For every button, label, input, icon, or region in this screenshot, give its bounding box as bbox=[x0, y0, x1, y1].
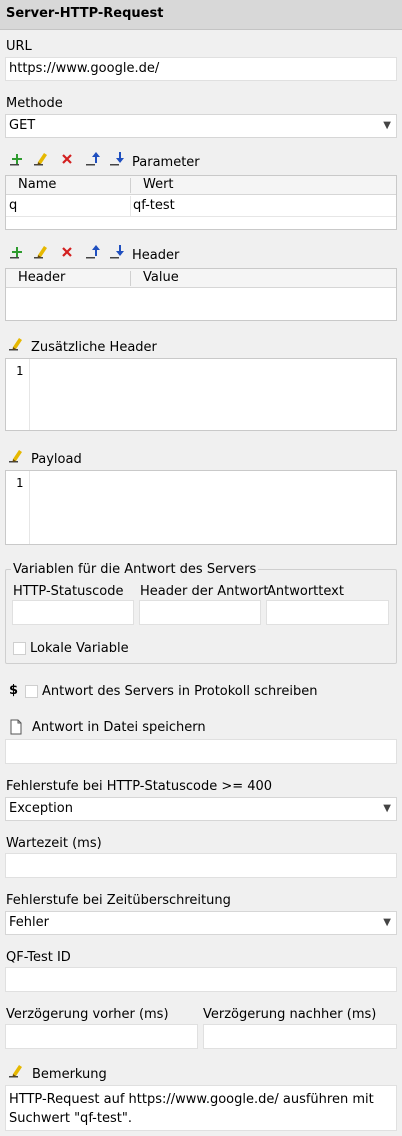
response-header-field[interactable] bbox=[139, 600, 261, 625]
delay-before-label: Verzögerung vorher (ms) bbox=[6, 1007, 169, 1022]
edit-icon[interactable] bbox=[33, 244, 49, 260]
line-number: 1 bbox=[16, 476, 24, 490]
local-variable-checkbox[interactable] bbox=[13, 642, 26, 655]
timeout-label: Wartezeit (ms) bbox=[6, 836, 102, 851]
delay-after-label: Verzögerung nachher (ms) bbox=[203, 1007, 377, 1022]
file-icon bbox=[8, 719, 24, 735]
line-gutter: 1 bbox=[6, 359, 30, 430]
save-response-label: Antwort in Datei speichern bbox=[32, 720, 206, 735]
title-bar: Server-HTTP-Request bbox=[0, 0, 402, 30]
response-variables-legend: Variablen für die Antwort des Servers bbox=[11, 562, 259, 577]
line-number: 1 bbox=[16, 364, 24, 378]
comment-field[interactable]: HTTP-Request auf https://www.google.de/ … bbox=[5, 1085, 397, 1131]
column-divider bbox=[130, 196, 131, 217]
comment-line-1: HTTP-Request auf https://www.google.de/ … bbox=[9, 1092, 374, 1107]
column-header-value[interactable]: Value bbox=[143, 270, 179, 285]
header-table-header: Header Value bbox=[6, 269, 396, 288]
line-gutter: 1 bbox=[6, 471, 30, 544]
extra-headers-editor[interactable]: 1 bbox=[5, 358, 397, 431]
log-response-label: Antwort des Servers in Protokoll schreib… bbox=[42, 684, 318, 699]
column-divider bbox=[130, 271, 131, 286]
timeout-field[interactable] bbox=[5, 853, 397, 878]
status-code-field[interactable] bbox=[12, 600, 134, 625]
header-table[interactable]: Header Value bbox=[5, 268, 397, 321]
method-value: GET bbox=[9, 118, 36, 133]
move-down-icon[interactable] bbox=[109, 244, 125, 260]
edit-icon[interactable] bbox=[8, 448, 24, 464]
cell-value: qf-test bbox=[133, 198, 175, 213]
error-level-status-select[interactable]: Exception ▼ bbox=[5, 797, 397, 821]
edit-icon[interactable] bbox=[8, 1063, 24, 1079]
error-level-timeout-value: Fehler bbox=[9, 915, 49, 930]
delay-after-field[interactable] bbox=[203, 1024, 397, 1049]
column-header-header[interactable]: Header bbox=[18, 270, 65, 285]
response-text-field[interactable] bbox=[266, 600, 389, 625]
log-response-checkbox[interactable] bbox=[25, 685, 38, 698]
parameter-table[interactable]: Name Wert q qf-test bbox=[5, 175, 397, 230]
delay-before-field[interactable] bbox=[5, 1024, 198, 1049]
save-response-field[interactable] bbox=[5, 739, 397, 764]
response-text-label: Antworttext bbox=[267, 584, 344, 599]
error-level-status-value: Exception bbox=[9, 801, 73, 816]
column-header-name[interactable]: Name bbox=[18, 177, 56, 192]
cell-name: q bbox=[9, 198, 18, 213]
qftest-id-label: QF-Test ID bbox=[6, 950, 71, 965]
error-level-status-label: Fehlerstufe bei HTTP-Statuscode >= 400 bbox=[6, 779, 273, 794]
url-field[interactable]: https://www.google.de/ bbox=[5, 57, 397, 81]
comment-line-2: Suchwert "qf-test". bbox=[9, 1111, 132, 1126]
payload-editor[interactable]: 1 bbox=[5, 470, 397, 545]
qftest-id-field[interactable] bbox=[5, 967, 397, 992]
table-row[interactable]: q qf-test bbox=[6, 196, 396, 217]
chevron-down-icon[interactable]: ▼ bbox=[383, 115, 391, 137]
payload-label: Payload bbox=[31, 452, 82, 467]
move-up-icon[interactable] bbox=[85, 244, 101, 260]
error-level-timeout-select[interactable]: Fehler ▼ bbox=[5, 911, 397, 935]
response-header-label: Header der Antwort bbox=[140, 584, 269, 599]
extra-headers-label: Zusätzliche Header bbox=[31, 340, 157, 355]
page-title: Server-HTTP-Request bbox=[6, 6, 164, 21]
add-icon[interactable] bbox=[9, 244, 25, 260]
url-label: URL bbox=[6, 39, 32, 54]
variable-marker-icon: $ bbox=[9, 683, 19, 698]
status-code-label: HTTP-Statuscode bbox=[13, 584, 124, 599]
column-header-value[interactable]: Wert bbox=[143, 177, 174, 192]
move-up-icon[interactable] bbox=[85, 151, 101, 167]
delete-icon[interactable] bbox=[59, 151, 75, 167]
local-variable-label: Lokale Variable bbox=[30, 641, 129, 656]
add-icon[interactable] bbox=[9, 151, 25, 167]
edit-icon[interactable] bbox=[33, 151, 49, 167]
chevron-down-icon[interactable]: ▼ bbox=[383, 912, 391, 934]
comment-label: Bemerkung bbox=[32, 1067, 107, 1082]
delete-icon[interactable] bbox=[59, 244, 75, 260]
method-label: Methode bbox=[6, 96, 63, 111]
move-down-icon[interactable] bbox=[109, 151, 125, 167]
header-section-label: Header bbox=[132, 248, 180, 263]
method-select[interactable]: GET ▼ bbox=[5, 114, 397, 138]
error-level-timeout-label: Fehlerstufe bei Zeitüberschreitung bbox=[6, 893, 231, 908]
column-divider bbox=[130, 178, 131, 193]
edit-icon[interactable] bbox=[8, 336, 24, 352]
chevron-down-icon[interactable]: ▼ bbox=[383, 798, 391, 820]
parameter-label: Parameter bbox=[132, 155, 200, 170]
parameter-table-header: Name Wert bbox=[6, 176, 396, 195]
